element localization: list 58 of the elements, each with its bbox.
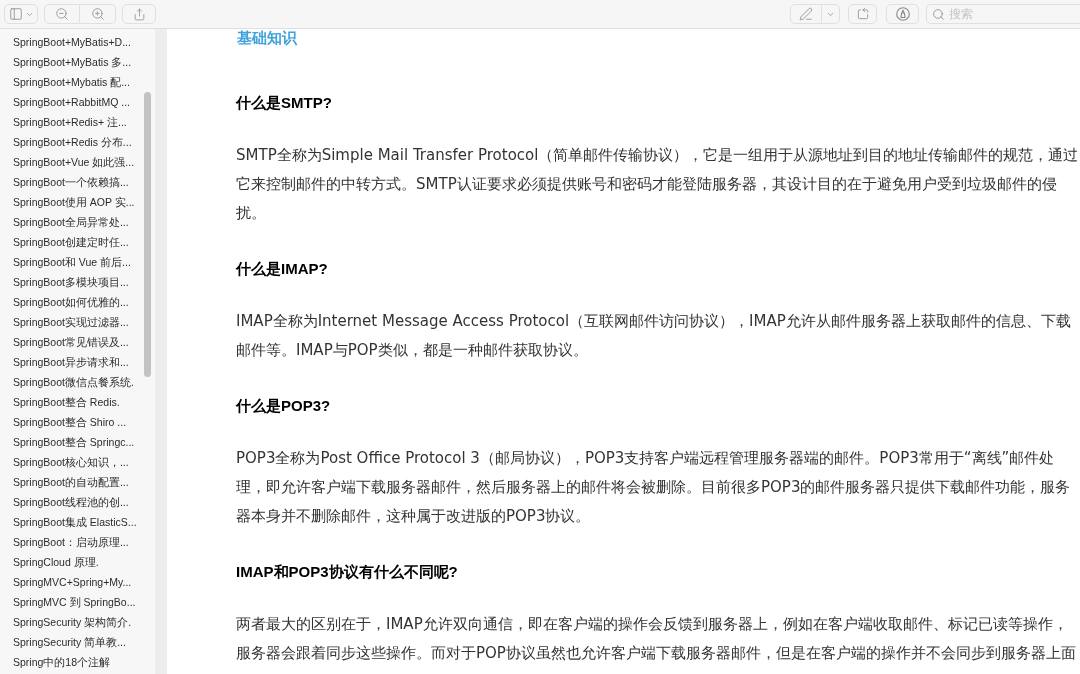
toc-item[interactable]: SpringBoot如何优雅的... bbox=[0, 292, 129, 312]
toc-item[interactable]: SpringBoot实现过滤器... bbox=[0, 312, 129, 332]
toc-item[interactable]: SpringBoot+MyBatis+D... bbox=[0, 32, 131, 52]
toc-item[interactable]: SpringBoot+Mybatis 配... bbox=[0, 72, 130, 92]
zoom-out-icon bbox=[55, 7, 69, 21]
markup-button[interactable] bbox=[886, 4, 919, 24]
toc-item[interactable]: SpringBoot整合 Shiro ... bbox=[0, 412, 127, 432]
toc-item[interactable]: SpringCloud 原理. bbox=[0, 552, 99, 572]
toc-item[interactable]: SpringBoot+Vue 如此强... bbox=[0, 152, 135, 172]
section-heading: 什么是POP3? bbox=[236, 396, 332, 416]
toc-item[interactable]: SpringBoot多模块项目... bbox=[0, 272, 129, 292]
toc-item[interactable]: SpringSecurity 架构简介. bbox=[0, 612, 132, 632]
search-icon bbox=[932, 7, 945, 21]
toc-item[interactable]: SpringBoot+RabbitMQ ... bbox=[0, 92, 131, 112]
toc-item[interactable]: SpringMVC 到 SpringBo... bbox=[0, 592, 136, 612]
share-button[interactable] bbox=[122, 4, 156, 24]
zoom-in-icon bbox=[90, 7, 105, 21]
toc-item[interactable]: SpringBoot+Redis 分布... bbox=[0, 132, 132, 152]
highlight-button[interactable] bbox=[790, 4, 822, 24]
toc-item[interactable]: SpringBoot全局异常处... bbox=[0, 212, 129, 232]
body-paragraph: POP3全称为Post Office Protocol 3（邮局协议），POP3支持客户端远程管理服务器端的邮件。POP3常用于“离线”邮件处理，即允许客户端下载服务器邮件，然后服务器上的邮件将会被删除。目前很多POP3的邮件服务器只提供下载邮件功能，服务器本身并不删除邮件，这种属于改进版的POP3协议。 bbox=[236, 448, 1072, 527]
toc-item[interactable]: SpringBoot核心知识，... bbox=[0, 452, 129, 472]
toc-item[interactable]: SpringSecurity 简单教... bbox=[0, 632, 126, 652]
toc-item[interactable]: SpringBoot微信点餐系统. bbox=[0, 372, 134, 392]
section-heading: 什么是IMAP? bbox=[236, 259, 329, 279]
rotate-button[interactable] bbox=[848, 4, 877, 24]
sidebar-toggle-button[interactable] bbox=[4, 4, 38, 24]
toc-item[interactable]: SpringBoot集成 ElasticS... bbox=[0, 512, 137, 532]
toc-item[interactable]: SpringBoot和 Vue 前后... bbox=[0, 252, 131, 272]
toc-item[interactable]: Spring中的18个注解 bbox=[0, 652, 111, 672]
sidebar-icon bbox=[8, 7, 23, 21]
highlight-menu-button[interactable] bbox=[822, 4, 840, 24]
toc-item[interactable]: SpringBoot一个依赖搞... bbox=[0, 172, 129, 192]
rotate-icon bbox=[855, 7, 870, 21]
toc-item[interactable]: SpringBoot异步请求和... bbox=[0, 352, 129, 372]
toc-item[interactable]: SpringBoot使用 AOP 实... bbox=[0, 192, 135, 212]
toc-item[interactable]: SpringBoot常见错误及... bbox=[0, 332, 129, 352]
body-paragraph: IMAP全称为Internet Message Access Protocol（互联网邮件访问协议），IMAP允许从邮件服务器上获取邮件的信息、下载邮件等。IMAP与POP类似，都是一种邮件获取协议。 bbox=[236, 311, 1072, 361]
toc-item[interactable]: SpringMVC+Spring+My... bbox=[0, 572, 132, 592]
toc-item[interactable]: SpringBoot线程池的创... bbox=[0, 492, 129, 512]
section-heading: 什么是SMTP? bbox=[236, 93, 333, 113]
toc-item[interactable]: SpringBoot整合 Redis. bbox=[0, 392, 120, 412]
pen-in-circle-icon bbox=[895, 7, 910, 21]
section-heading: IMAP和POP3协议有什么不同呢? bbox=[236, 562, 459, 582]
toc-item[interactable]: SpringBoot的自动配置... bbox=[0, 472, 129, 492]
zoom-out-button[interactable] bbox=[44, 4, 80, 24]
share-icon bbox=[132, 7, 146, 21]
scrollbar-thumb[interactable] bbox=[144, 92, 151, 377]
toc-item[interactable]: SpringBoot+MyBatis 多... bbox=[0, 52, 132, 72]
section-title: 基础知识 bbox=[236, 29, 298, 47]
toc-item[interactable]: SpringBoot整合 Springc... bbox=[0, 432, 135, 452]
body-paragraph: SMTP全称为Simple Mail Transfer Protocol（简单邮件传输协议），它是一组用于从源地址到目的地址传输邮件的规范，通过它来控制邮件的中转方式。SMTP认证要求必须提供账号和密码才能登陆服务器，其设计目的在于避免用户受到垃圾邮件的侵扰。 bbox=[236, 145, 1080, 224]
toc-item[interactable]: SpringBoot：启动原理... bbox=[0, 532, 129, 552]
zoom-in-button[interactable] bbox=[80, 4, 116, 24]
toc-item[interactable]: SpringBoot+Redis+ 注... bbox=[0, 112, 127, 132]
body-paragraph: 两者最大的区别在于，IMAP允许双向通信，即在客户端的操作会反馈到服务器上，例如在客户端收取邮件、标记已读等操作，服务器会跟着同步这些操作。而对于POP协议虽然也允许客户端下载服务器邮件，但是在客户端的操作并不会同步到服务器上面 bbox=[236, 614, 1077, 664]
toc-item[interactable]: SpringBoot创建定时任... bbox=[0, 232, 129, 252]
pen-icon bbox=[799, 7, 813, 21]
